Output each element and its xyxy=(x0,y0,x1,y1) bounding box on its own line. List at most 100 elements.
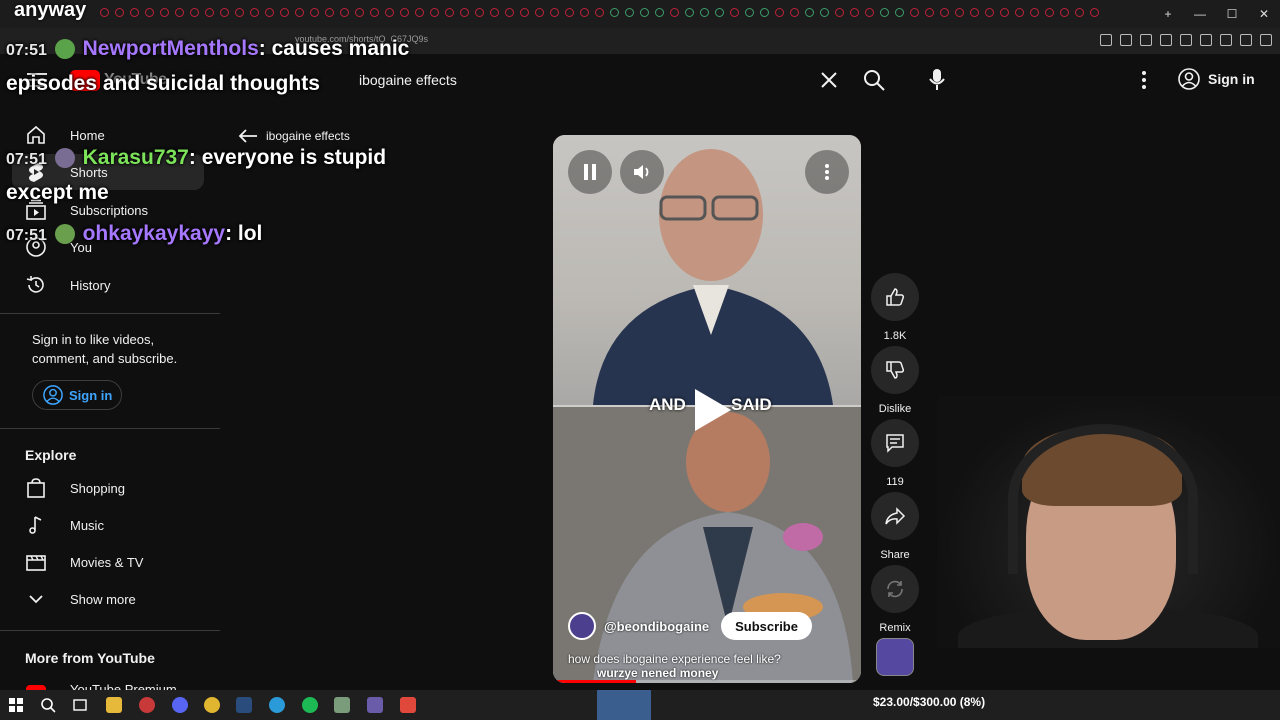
windows-start-icon[interactable] xyxy=(8,697,24,713)
account-icon xyxy=(43,385,63,405)
comment-icon xyxy=(886,434,904,453)
microphone-icon[interactable] xyxy=(924,66,950,92)
chat-message: 07:51 ohkaykaykayy: lol xyxy=(6,222,263,245)
pause-icon xyxy=(584,164,596,180)
audio-thumbnail[interactable] xyxy=(876,638,914,676)
pause-button[interactable] xyxy=(568,150,612,194)
volume-button[interactable] xyxy=(620,150,664,194)
chrome-icon[interactable] xyxy=(204,697,220,713)
new-tab-button[interactable]: + xyxy=(1152,0,1184,28)
sidebar-item-music[interactable]: Music xyxy=(25,507,215,543)
stream-chat-overlay: anyway 07:51 NewportMenthols: causes man… xyxy=(6,0,436,260)
channel-row: @beondibogaine Subscribe xyxy=(568,612,812,640)
sidebar-item-label: YouTube Premium xyxy=(70,682,177,690)
account-icon xyxy=(1178,68,1200,90)
video-progress-fill xyxy=(553,680,637,683)
sign-in-label: Sign in xyxy=(1208,71,1255,87)
chat-timestamp: 07:51 xyxy=(6,227,47,244)
chat-message: 07:51 Karasu737: everyone is stupid exce… xyxy=(6,146,387,204)
shorts-video-player[interactable]: AND SAID @beondibogaine Subscribe how do… xyxy=(553,135,861,683)
edge-icon[interactable] xyxy=(269,697,285,713)
video-progress-bar[interactable] xyxy=(553,680,861,683)
volume-icon xyxy=(634,165,649,179)
streamer-webcam xyxy=(938,396,1280,648)
share-label: Share xyxy=(880,549,910,561)
chat-username: ohkaykaykayy xyxy=(82,222,226,245)
play-icon[interactable] xyxy=(683,383,737,437)
extension-icons[interactable] xyxy=(1100,34,1272,46)
comments-button[interactable]: 119 xyxy=(870,419,920,488)
chat-badge-icon xyxy=(54,224,75,245)
discord-icon[interactable] xyxy=(172,697,188,713)
sidebar-item-label: Movies & TV xyxy=(70,554,144,570)
like-count: 1.8K xyxy=(883,330,907,342)
close-window-button[interactable]: ✕ xyxy=(1248,0,1280,28)
remix-button[interactable]: Remix xyxy=(870,565,920,634)
youtube-premium-icon xyxy=(26,685,46,690)
spotify-icon[interactable] xyxy=(302,697,318,713)
music-icon xyxy=(29,516,42,534)
video-subtitle: wurzye nened money xyxy=(597,666,719,680)
chat-username: NewportMenthols xyxy=(82,37,259,60)
sidebar-divider xyxy=(0,630,220,631)
search-icon[interactable] xyxy=(862,68,886,92)
more-options-icon[interactable] xyxy=(1136,68,1152,92)
task-view-icon[interactable] xyxy=(72,697,88,713)
sign-in-button[interactable]: Sign in xyxy=(1178,68,1255,90)
channel-name[interactable]: @beondibogaine xyxy=(604,619,709,634)
sidebar-item-movies[interactable]: Movies & TV xyxy=(25,544,215,580)
remix-icon xyxy=(887,580,903,598)
more-vertical-icon xyxy=(825,164,829,180)
chat-username: Karasu737 xyxy=(82,146,189,169)
sidebar-item-premium[interactable]: YouTube Premium xyxy=(25,672,215,690)
donation-goal: $23.00/$300.00 (8%) xyxy=(873,695,986,709)
chat-badge-icon xyxy=(54,148,75,169)
show-more-button[interactable]: Show more xyxy=(25,581,215,617)
clear-search-icon[interactable] xyxy=(819,70,839,90)
remix-label: Remix xyxy=(879,622,911,634)
shopping-icon xyxy=(27,478,45,498)
video-caption-right: SAID xyxy=(731,395,772,414)
sidebar-item-label: Show more xyxy=(70,591,136,607)
chat-timestamp: 07:51 xyxy=(6,42,47,59)
like-button[interactable]: 1.8K xyxy=(870,273,920,342)
sidebar-divider xyxy=(0,313,220,314)
sidebar-item-label: History xyxy=(70,277,111,293)
windows-taskbar xyxy=(0,690,1280,720)
minimize-button[interactable]: — xyxy=(1184,0,1216,28)
steam-icon[interactable] xyxy=(236,697,252,713)
video-title[interactable]: how does ibogaine experience feel like? xyxy=(568,652,781,666)
taskbar-search-icon[interactable] xyxy=(40,697,56,713)
app-icon[interactable] xyxy=(367,697,383,713)
obs-icon[interactable] xyxy=(139,697,155,713)
dislike-label: Dislike xyxy=(878,403,912,415)
sign-in-message: Sign in to like videos, comment, and sub… xyxy=(32,332,178,366)
file-explorer-icon[interactable] xyxy=(106,697,122,713)
taskbar-active-window[interactable] xyxy=(597,690,651,720)
chevron-down-icon xyxy=(29,595,43,604)
chat-partial-message: anyway xyxy=(14,0,87,21)
sign-in-label: Sign in xyxy=(69,387,113,403)
video-caption-left: AND xyxy=(649,395,686,414)
chat-timestamp: 07:51 xyxy=(6,151,47,168)
video-more-button[interactable] xyxy=(805,150,849,194)
channel-avatar[interactable] xyxy=(568,612,596,640)
dislike-button[interactable]: Dislike xyxy=(870,346,920,415)
subscribe-button[interactable]: Subscribe xyxy=(721,612,812,640)
explore-heading: Explore xyxy=(25,447,77,463)
sidebar-item-history[interactable]: History xyxy=(25,267,215,303)
more-from-youtube-heading: More from YouTube xyxy=(25,650,155,666)
app-icon[interactable] xyxy=(334,697,350,713)
sidebar-item-shopping[interactable]: Shopping xyxy=(25,470,215,506)
headphones-icon xyxy=(1008,424,1198,574)
video-frame-bottom xyxy=(553,407,861,683)
maximize-button[interactable]: ☐ xyxy=(1216,0,1248,28)
share-button[interactable]: Share xyxy=(870,492,920,561)
share-icon xyxy=(885,507,906,525)
sidebar-item-label: Music xyxy=(70,517,104,533)
brave-icon[interactable] xyxy=(400,697,416,713)
comment-count: 119 xyxy=(886,476,904,488)
thumbs-up-icon xyxy=(886,288,905,306)
history-icon xyxy=(26,276,44,293)
sidebar-sign-in-button[interactable]: Sign in xyxy=(32,380,122,410)
